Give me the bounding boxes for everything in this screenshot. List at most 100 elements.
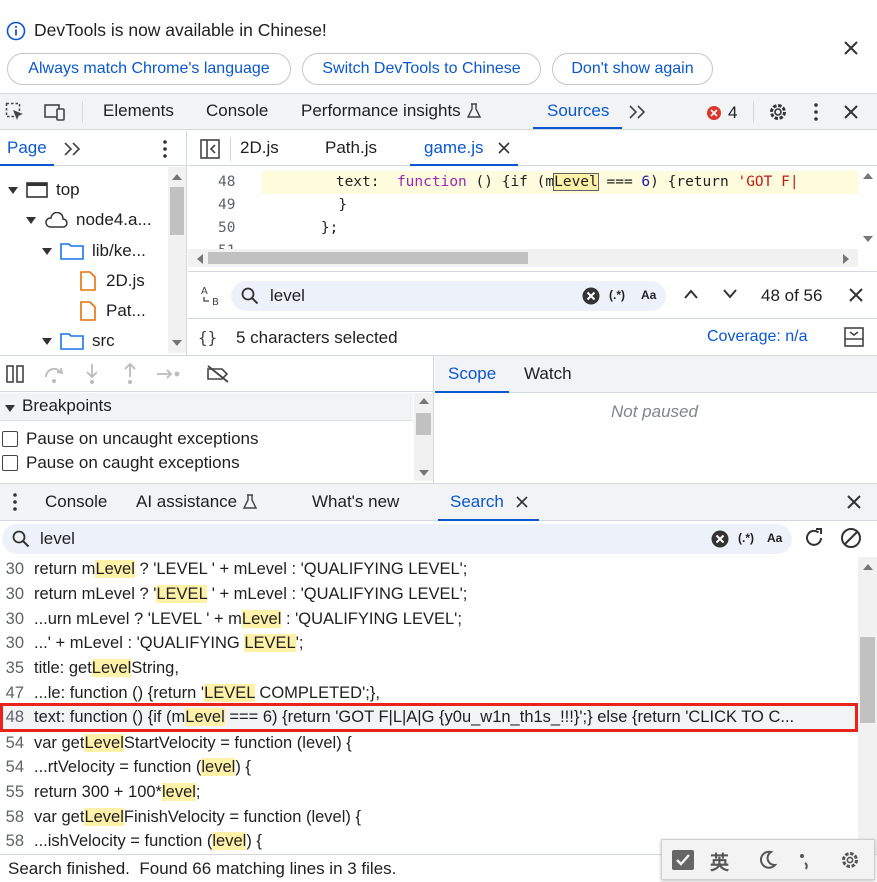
frame-icon <box>26 182 48 198</box>
search-result-row[interactable]: 55 return 300 + 100*level; <box>0 780 856 805</box>
ime-logo-icon[interactable] <box>671 849 695 871</box>
step-icon <box>157 369 180 379</box>
prev-match-icon[interactable] <box>683 288 699 300</box>
code-area[interactable]: 48 text: function () {if (mLevel === 6) … <box>188 167 858 249</box>
drawer-tabs: Console AI assistance What's new Search <box>0 484 877 521</box>
step-into-icon <box>86 364 98 384</box>
tab-elements[interactable]: Elements <box>103 101 174 121</box>
navigator-menu-icon[interactable] <box>160 139 170 159</box>
search-result-row[interactable]: 54 ...rtVelocity = function (level) { <box>0 755 856 780</box>
clear-input-icon[interactable] <box>711 530 729 548</box>
clear-results-icon[interactable] <box>840 527 862 549</box>
close-tab-icon[interactable] <box>516 496 528 508</box>
find-input-box[interactable]: level (.*) Aa <box>231 281 666 311</box>
close-devtools-icon[interactable] <box>843 104 859 120</box>
tree-item-top[interactable]: top <box>8 180 80 200</box>
always-match-button[interactable]: Always match Chrome's language <box>7 53 291 85</box>
search-icon <box>12 530 30 548</box>
editor-hscrollbar[interactable] <box>188 249 858 267</box>
drawer-tab-search[interactable]: Search <box>438 484 539 521</box>
close-find-icon[interactable] <box>849 288 863 302</box>
tab-performance-insights[interactable]: Performance insights <box>301 101 481 121</box>
checkbox[interactable] <box>2 431 18 447</box>
checkbox[interactable] <box>2 455 18 471</box>
tab-watch[interactable]: Watch <box>524 364 572 384</box>
tab-sources[interactable]: Sources <box>533 94 622 129</box>
toggle-drawer-icon[interactable] <box>844 327 864 347</box>
ime-settings-icon[interactable] <box>839 849 861 871</box>
tab-page-label: Page <box>7 138 47 157</box>
editor-tab-label: game.js <box>424 138 484 157</box>
deactivate-breakpoints-icon[interactable] <box>206 365 230 383</box>
coverage-status[interactable]: Coverage: n/a <box>707 328 808 346</box>
replace-toggle-icon[interactable]: AB <box>200 284 222 306</box>
tree-item-host[interactable]: node4.a... <box>26 210 152 230</box>
punctuation-icon[interactable] <box>798 850 812 870</box>
search-result-row[interactable]: 30 return mLevel ? 'LEVEL ' + mLevel : 'Q… <box>0 582 856 607</box>
breakpoints-header[interactable]: Breakpoints <box>0 393 413 421</box>
refresh-icon[interactable] <box>803 527 825 549</box>
device-toolbar-icon[interactable] <box>44 102 66 122</box>
tree-item-2d-js[interactable]: 2D.js <box>80 271 145 291</box>
close-banner-icon[interactable] <box>842 39 860 57</box>
close-tab-icon[interactable] <box>498 142 510 154</box>
ime-language-toggle[interactable]: 英 <box>710 848 729 875</box>
svg-text:A: A <box>201 286 208 297</box>
tab-scope[interactable]: Scope <box>435 356 509 393</box>
dont-show-button[interactable]: Don't show again <box>552 53 713 85</box>
close-drawer-icon[interactable] <box>846 494 862 510</box>
step-over-icon <box>45 367 64 383</box>
search-result-row[interactable]: 58 var getLevelFinishVelocity = function … <box>0 805 856 830</box>
search-result-row[interactable]: 35 title: getLevelString, <box>0 656 856 681</box>
pause-uncaught-option[interactable]: Pause on uncaught exceptions <box>2 429 259 449</box>
navigator-scrollbar[interactable] <box>168 167 186 353</box>
settings-gear-icon[interactable] <box>767 101 789 123</box>
drawer-menu-icon[interactable] <box>10 492 20 512</box>
folder-icon <box>60 333 84 350</box>
drawer-tab-whats-new[interactable]: What's new <box>312 492 399 512</box>
search-result-row[interactable]: 30 return mLevel ? 'LEVEL ' + mLevel : 'Q… <box>0 557 856 582</box>
tab-console[interactable]: Console <box>206 101 268 121</box>
editor-tab-game-js[interactable]: game.js <box>410 131 518 166</box>
caret-down-icon <box>42 338 52 345</box>
editor-tab-2d-js[interactable]: 2D.js <box>240 138 279 158</box>
checkbox-label: Pause on uncaught exceptions <box>26 429 259 448</box>
editor-tab-path-js[interactable]: Path.js <box>325 138 377 158</box>
search-result-row[interactable]: 30 ...' + mLevel : 'QUALIFYING LEVEL'; <box>0 631 856 656</box>
more-options-icon[interactable] <box>811 102 821 122</box>
tree-item-lib[interactable]: lib/ke... <box>42 241 146 261</box>
error-count: 4 <box>728 103 738 122</box>
inspect-element-icon[interactable] <box>5 102 25 122</box>
error-badge[interactable]: 4 <box>706 103 737 123</box>
tab-performance-label: Performance insights <box>301 101 461 120</box>
more-navigators-icon[interactable] <box>63 141 83 157</box>
editor-vscrollbar[interactable] <box>858 167 877 249</box>
search-result-row[interactable]: 30 ...urn mLevel ? 'LEVEL ' + mLevel : 'Q… <box>0 607 856 632</box>
clear-input-icon[interactable] <box>582 287 600 305</box>
more-tabs-icon[interactable] <box>628 104 648 120</box>
regex-toggle[interactable]: (.*) <box>738 531 754 545</box>
debugger-scrollbar[interactable] <box>414 393 433 481</box>
tree-item-path-js[interactable]: Pat... <box>80 301 146 321</box>
toggle-navigator-icon[interactable] <box>200 139 220 159</box>
drawer-tab-ai-assistance[interactable]: AI assistance <box>136 492 258 512</box>
search-input-box[interactable]: level (.*) Aa <box>2 524 792 554</box>
pause-icon[interactable] <box>6 365 24 383</box>
switch-chinese-button[interactable]: Switch DevTools to Chinese <box>302 53 541 85</box>
search-result-row[interactable]: 54 var getLevelStartVelocity = function (… <box>0 731 856 756</box>
tab-page[interactable]: Page <box>0 131 54 166</box>
find-input[interactable]: level <box>270 286 305 306</box>
tree-item-src[interactable]: src <box>42 331 115 351</box>
banner-message: DevTools is now available in Chinese! <box>34 20 327 40</box>
regex-toggle[interactable]: (.*) <box>609 288 625 302</box>
half-width-moon-icon[interactable] <box>757 850 777 870</box>
pause-caught-option[interactable]: Pause on caught exceptions <box>2 453 240 473</box>
drawer-tab-console[interactable]: Console <box>45 492 107 512</box>
pretty-print-icon[interactable]: {} <box>198 328 222 346</box>
next-match-icon[interactable] <box>722 288 738 300</box>
results-scrollbar[interactable] <box>858 557 877 854</box>
match-case-toggle[interactable]: Aa <box>641 288 656 302</box>
search-input[interactable]: level <box>40 529 75 549</box>
match-case-toggle[interactable]: Aa <box>767 531 782 545</box>
svg-text:B: B <box>212 297 219 306</box>
